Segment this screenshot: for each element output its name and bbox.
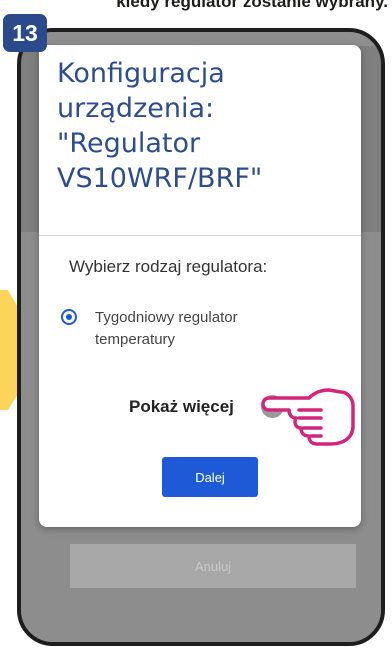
- radio-option-weekly-regulator[interactable]: Tygodniowy regulator temperatury: [61, 308, 341, 358]
- radio-button-selected[interactable]: [61, 309, 77, 325]
- dialog-divider: [39, 235, 361, 236]
- pointing-hand-icon: [261, 388, 355, 446]
- dialog-title: Konfiguracja urządzenia: "Regulator VS10…: [57, 58, 263, 194]
- next-button[interactable]: Dalej: [162, 457, 258, 497]
- phone-status-strip: [21, 32, 381, 46]
- select-regulator-label: Wybierz rodzaj regulatora:: [69, 257, 268, 276]
- top-caption: kiedy regulator zostanie wybrany.: [116, 0, 388, 11]
- cancel-button[interactable]: Anuluj: [70, 544, 356, 588]
- configuration-dialog: Konfiguracja urządzenia: "Regulator VS10…: [39, 45, 361, 527]
- radio-dot: [66, 314, 72, 320]
- step-number-badge: 13: [3, 14, 47, 52]
- show-more-link[interactable]: Pokaż więcej: [129, 397, 234, 417]
- radio-option-label: Tygodniowy regulator temperatury: [95, 309, 238, 348]
